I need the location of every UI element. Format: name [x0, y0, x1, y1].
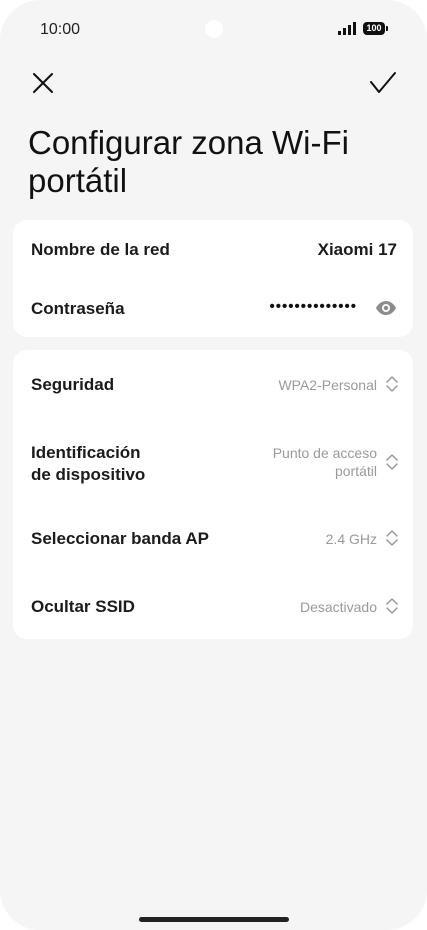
network-name-value: Xiaomi 17: [317, 240, 397, 259]
password-label: Contraseña: [31, 299, 125, 318]
network-card: Nombre de la red Xiaomi 17 Contraseña ••…: [13, 220, 413, 337]
battery-icon: 100: [363, 22, 388, 35]
band-value: 2.4 GHz: [325, 531, 377, 547]
hide-ssid-label: Ocultar SSID: [31, 597, 135, 616]
close-icon[interactable]: [28, 68, 58, 98]
eye-icon[interactable]: [375, 300, 397, 316]
band-row[interactable]: Seleccionar banda AP 2.4 GHz: [13, 508, 413, 572]
home-indicator[interactable]: [139, 917, 289, 922]
status-bar: 10:00 100: [0, 0, 427, 60]
chevron-updown-icon: [386, 530, 398, 546]
page-title: Configurar zona Wi-Fi portátil: [28, 124, 349, 199]
phone-screen: 10:00 100 Configurar zona Wi-Fi portátil…: [0, 0, 427, 930]
front-camera: [205, 20, 223, 38]
security-value: WPA2-Personal: [278, 377, 377, 393]
device-id-row[interactable]: Identificación de dispositivo Punto de a…: [13, 418, 413, 508]
check-icon[interactable]: [367, 68, 399, 98]
status-time: 10:00: [40, 21, 81, 38]
chevron-updown-icon: [386, 598, 398, 614]
network-name-label: Nombre de la red: [31, 240, 170, 259]
security-label: Seguridad: [31, 375, 115, 394]
signal-icon: [338, 22, 356, 35]
settings-card: Seguridad WPA2-Personal Identificación d…: [13, 350, 413, 639]
hide-ssid-row[interactable]: Ocultar SSID Desactivado: [13, 572, 413, 639]
band-label: Seleccionar banda AP: [31, 529, 209, 548]
password-row[interactable]: Contraseña ••••••••••••••: [13, 278, 413, 337]
device-id-value-line2: portátil: [334, 463, 377, 479]
chevron-updown-icon: [386, 376, 398, 392]
chevron-updown-icon: [386, 454, 398, 470]
hide-ssid-value: Desactivado: [299, 599, 377, 615]
device-id-label-line2: de dispositivo: [31, 465, 146, 484]
network-name-row[interactable]: Nombre de la red Xiaomi 17: [13, 220, 413, 278]
device-id-value-line1: Punto de acceso: [272, 445, 377, 461]
security-row[interactable]: Seguridad WPA2-Personal: [13, 350, 413, 418]
password-value: ••••••••••••••: [269, 298, 357, 315]
device-id-label-line1: Identificación: [31, 443, 141, 462]
